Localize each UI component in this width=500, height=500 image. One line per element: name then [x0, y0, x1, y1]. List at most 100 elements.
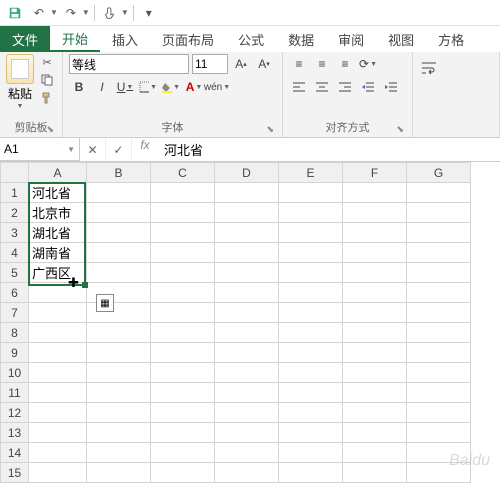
cell-D2[interactable]	[215, 203, 279, 223]
cell-D12[interactable]	[215, 403, 279, 423]
tab-addin[interactable]: 方格	[426, 26, 476, 52]
increase-font-icon[interactable]: A▴	[231, 54, 251, 74]
cell-A9[interactable]	[29, 343, 87, 363]
paste-label[interactable]: 粘贴	[8, 85, 32, 102]
row-header-10[interactable]: 10	[1, 363, 29, 383]
cell-A4[interactable]: 湖南省	[29, 243, 87, 263]
cell-G3[interactable]	[407, 223, 471, 243]
clipboard-dialog-icon[interactable]: ⬊	[46, 124, 54, 135]
cell-F3[interactable]	[343, 223, 407, 243]
cell-B8[interactable]	[87, 323, 151, 343]
cell-G4[interactable]	[407, 243, 471, 263]
format-painter-icon[interactable]	[38, 90, 56, 106]
tab-page-layout[interactable]: 页面布局	[150, 26, 226, 52]
tab-home[interactable]: 开始	[50, 26, 100, 52]
row-header-9[interactable]: 9	[1, 343, 29, 363]
enter-formula-icon[interactable]: ✓	[106, 138, 132, 161]
cell-D11[interactable]	[215, 383, 279, 403]
cell-D1[interactable]	[215, 183, 279, 203]
select-all-corner[interactable]	[1, 163, 29, 183]
cell-A3[interactable]: 湖北省	[29, 223, 87, 243]
cell-E2[interactable]	[279, 203, 343, 223]
col-header-B[interactable]: B	[87, 163, 151, 183]
row-header-8[interactable]: 8	[1, 323, 29, 343]
cell-F2[interactable]	[343, 203, 407, 223]
tab-insert[interactable]: 插入	[100, 26, 150, 52]
save-icon[interactable]	[4, 2, 26, 24]
cell-E3[interactable]	[279, 223, 343, 243]
decrease-indent-icon[interactable]	[358, 77, 378, 97]
autofill-options-icon[interactable]: ▦	[96, 294, 114, 312]
cell-E9[interactable]	[279, 343, 343, 363]
row-header-5[interactable]: 5	[1, 263, 29, 283]
cell-A14[interactable]	[29, 443, 87, 463]
cell-G1[interactable]	[407, 183, 471, 203]
cell-E7[interactable]	[279, 303, 343, 323]
cell-F9[interactable]	[343, 343, 407, 363]
tab-file[interactable]: 文件	[0, 26, 50, 52]
cell-C5[interactable]	[151, 263, 215, 283]
cell-B15[interactable]	[87, 463, 151, 483]
cell-G13[interactable]	[407, 423, 471, 443]
sheet-table[interactable]: A B C D E F G 1河北省2北京市3湖北省4湖南省5广西区678910…	[0, 162, 471, 483]
qat-customize-icon[interactable]: ▾	[138, 2, 160, 24]
phonetic-icon[interactable]: wén▼	[207, 77, 227, 97]
row-header-3[interactable]: 3	[1, 223, 29, 243]
cell-C6[interactable]	[151, 283, 215, 303]
paste-dropdown-icon[interactable]: ▼	[17, 103, 24, 110]
cell-B5[interactable]	[87, 263, 151, 283]
cell-B12[interactable]	[87, 403, 151, 423]
copy-icon[interactable]	[38, 72, 56, 88]
touch-mode-icon[interactable]	[99, 2, 121, 24]
cell-E6[interactable]	[279, 283, 343, 303]
tab-formulas[interactable]: 公式	[226, 26, 276, 52]
paste-icon[interactable]	[6, 54, 34, 84]
cell-C3[interactable]	[151, 223, 215, 243]
align-top-icon[interactable]: ≡	[289, 54, 309, 74]
align-middle-icon[interactable]: ≡	[312, 54, 332, 74]
decrease-font-icon[interactable]: A▾	[254, 54, 274, 74]
cell-A1[interactable]: 河北省	[29, 183, 87, 203]
tab-view[interactable]: 视图	[376, 26, 426, 52]
col-header-D[interactable]: D	[215, 163, 279, 183]
cell-E5[interactable]	[279, 263, 343, 283]
cell-A6[interactable]	[29, 283, 87, 303]
row-header-14[interactable]: 14	[1, 443, 29, 463]
cell-F5[interactable]	[343, 263, 407, 283]
row-header-15[interactable]: 15	[1, 463, 29, 483]
bold-button[interactable]: B	[69, 77, 89, 97]
italic-button[interactable]: I	[92, 77, 112, 97]
row-header-13[interactable]: 13	[1, 423, 29, 443]
cell-B4[interactable]	[87, 243, 151, 263]
cell-C4[interactable]	[151, 243, 215, 263]
cell-C15[interactable]	[151, 463, 215, 483]
fx-icon[interactable]: fx	[132, 138, 158, 161]
cell-D14[interactable]	[215, 443, 279, 463]
cell-C7[interactable]	[151, 303, 215, 323]
cell-F7[interactable]	[343, 303, 407, 323]
cell-E13[interactable]	[279, 423, 343, 443]
cell-D10[interactable]	[215, 363, 279, 383]
cell-D4[interactable]	[215, 243, 279, 263]
cell-G10[interactable]	[407, 363, 471, 383]
col-header-G[interactable]: G	[407, 163, 471, 183]
cell-D3[interactable]	[215, 223, 279, 243]
border-icon[interactable]: ▼	[138, 77, 158, 97]
cut-icon[interactable]: ✂	[38, 54, 56, 70]
formula-input[interactable]	[158, 138, 500, 161]
cell-F8[interactable]	[343, 323, 407, 343]
row-header-12[interactable]: 12	[1, 403, 29, 423]
cell-B14[interactable]	[87, 443, 151, 463]
col-header-A[interactable]: A	[29, 163, 87, 183]
cell-B10[interactable]	[87, 363, 151, 383]
cell-B13[interactable]	[87, 423, 151, 443]
cell-A15[interactable]	[29, 463, 87, 483]
cell-C8[interactable]	[151, 323, 215, 343]
cancel-formula-icon[interactable]: ✕	[80, 138, 106, 161]
cell-F6[interactable]	[343, 283, 407, 303]
cell-E14[interactable]	[279, 443, 343, 463]
cell-G6[interactable]	[407, 283, 471, 303]
increase-indent-icon[interactable]	[381, 77, 401, 97]
cell-B2[interactable]	[87, 203, 151, 223]
cell-C1[interactable]	[151, 183, 215, 203]
